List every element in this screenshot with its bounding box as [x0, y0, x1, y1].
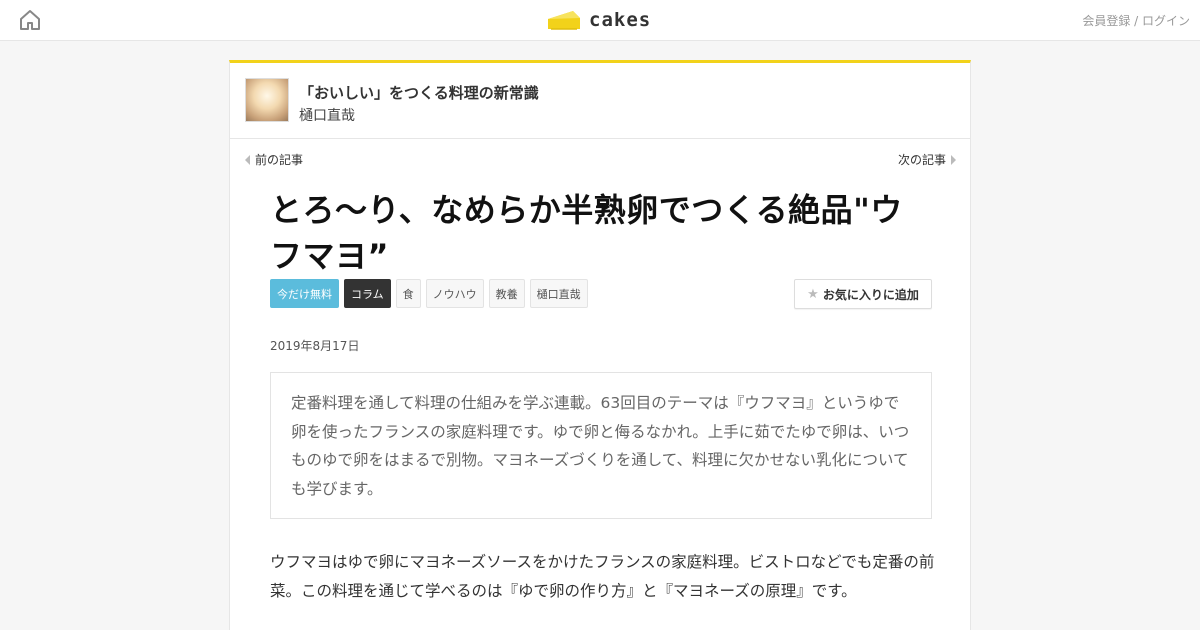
- cheesecake-logo-icon: [548, 11, 580, 30]
- tag-food[interactable]: 食: [395, 279, 421, 308]
- article-lead: 定番料理を通して料理の仕組みを学ぶ連載。63回目のテーマは『ウフマヨ』というゆで…: [270, 372, 932, 519]
- tag-list: 今だけ無料 コラム 食 ノウハウ 教養 樋口直哉: [270, 279, 588, 308]
- prev-article-label: 前の記事: [255, 153, 304, 167]
- home-icon[interactable]: [18, 8, 42, 32]
- auth-links: 会員登録 / ログイン: [1082, 12, 1190, 29]
- tag-culture[interactable]: 教養: [488, 279, 525, 308]
- tag-author[interactable]: 樋口直哉: [529, 279, 588, 308]
- series-header: 「おいしい」をつくる料理の新常識 樋口直哉: [230, 63, 970, 139]
- triangle-left-icon: [245, 154, 250, 165]
- article-card: 「おいしい」をつくる料理の新常識 樋口直哉 前の記事 次の記事 とろ〜り、なめら…: [229, 60, 971, 630]
- tag-column[interactable]: コラム: [344, 279, 391, 308]
- star-icon: ★: [807, 286, 819, 302]
- series-title[interactable]: 「おいしい」をつくる料理の新常識: [299, 82, 539, 103]
- cakes-logo[interactable]: cakes: [547, 7, 651, 33]
- next-article-link[interactable]: 次の記事: [898, 151, 956, 168]
- logo-text: cakes: [589, 9, 652, 31]
- add-to-favorites-button[interactable]: ★ お気に入りに追加: [794, 279, 932, 309]
- series-thumbnail[interactable]: [245, 78, 289, 122]
- article-body-paragraph: ウフマヨはゆで卵にマヨネーズソースをかけたフランスの家庭料理。ビストロなどでも定…: [270, 553, 935, 600]
- triangle-right-icon: [951, 154, 956, 165]
- tag-knowhow[interactable]: ノウハウ: [425, 279, 484, 308]
- top-navigation-bar: cakes 会員登録 / ログイン: [0, 0, 1200, 41]
- series-author[interactable]: 樋口直哉: [299, 105, 355, 125]
- prev-article-link[interactable]: 前の記事: [245, 151, 303, 168]
- register-login-link[interactable]: 会員登録 / ログイン: [1082, 14, 1190, 28]
- article-title: とろ〜り、なめらか半熟卵でつくる絶品"ウフマヨ”: [270, 191, 903, 275]
- next-article-label: 次の記事: [897, 153, 946, 167]
- tag-free[interactable]: 今だけ無料: [270, 279, 339, 308]
- publish-date: 2019年8月17日: [270, 339, 360, 353]
- article-pager: 前の記事 次の記事: [230, 139, 970, 177]
- favorite-label: お気に入りに追加: [822, 287, 919, 302]
